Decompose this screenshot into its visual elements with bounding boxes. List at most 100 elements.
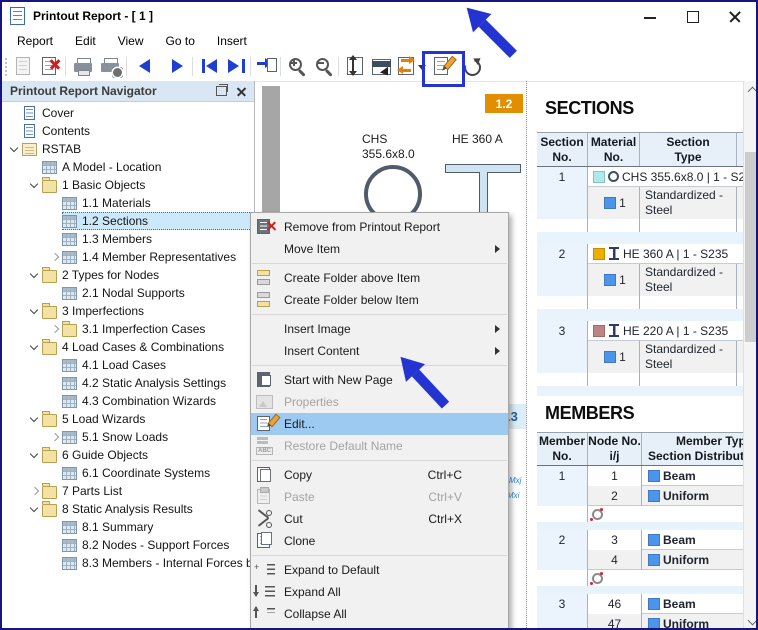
open-report-icon[interactable] (12, 55, 35, 78)
tree-item-guide-objects[interactable]: 6 Guide Objects (2, 446, 254, 464)
collapse-chevron-icon[interactable] (28, 266, 42, 284)
expand-chevron-icon[interactable] (28, 482, 42, 500)
print-settings-icon[interactable] (99, 55, 122, 78)
expand-chevron-icon[interactable] (48, 428, 62, 446)
minimize-button[interactable] (630, 3, 672, 29)
next-page-icon[interactable] (165, 55, 188, 78)
float-panel-icon[interactable] (216, 84, 228, 96)
scrollbar-thumb[interactable] (745, 152, 756, 342)
zoom-out-icon[interactable] (313, 55, 336, 78)
menu-item-expand-all[interactable]: Expand All (251, 581, 508, 603)
submenu-arrow-icon (495, 347, 500, 355)
collapse-chevron-icon[interactable] (28, 446, 42, 464)
scroll-up-button[interactable] (744, 81, 756, 98)
menu-view[interactable]: View (107, 31, 155, 51)
tree-item-summary[interactable]: 8.1 Summary (2, 518, 254, 536)
tree-item-load-cases-combinations[interactable]: 4 Load Cases & Combinations (2, 338, 254, 356)
sections-heading: SECTIONS (545, 98, 634, 118)
tree-item-members-internal-forces[interactable]: 8.3 Members - Internal Forces by (2, 554, 259, 572)
tree-item-load-cases[interactable]: 4.1 Load Cases (2, 356, 254, 374)
menu-item-remove-from-printout-report[interactable]: Remove from Printout Report (251, 216, 508, 238)
menu-item-clone[interactable]: Clone (251, 530, 508, 552)
collapse-chevron-icon[interactable] (28, 410, 42, 428)
menu-item-start-with-new-page[interactable]: Start with New Page (251, 369, 508, 391)
folder-icon (42, 339, 57, 355)
last-page-icon[interactable] (226, 55, 249, 78)
menu-item-restore-default-name[interactable]: ABC Restore Default Name (251, 435, 508, 457)
previous-page-icon[interactable] (134, 55, 157, 78)
member-type-swatch (648, 469, 660, 482)
folder-icon (42, 267, 57, 283)
tree-item-nodal-supports[interactable]: 2.1 Nodal Supports (2, 284, 254, 302)
menu-item-collapse-all[interactable]: Collapse All (251, 603, 508, 625)
menu-edit[interactable]: Edit (64, 31, 107, 51)
remove-from-report-icon[interactable] (38, 55, 61, 78)
menu-bar: Report Edit View Go to Insert (2, 30, 756, 52)
zoom-in-icon[interactable] (286, 55, 309, 78)
toolbar-drag-handle[interactable] (4, 57, 7, 76)
tree-item-cover[interactable]: Cover (2, 104, 254, 122)
tree-item-model-location[interactable]: A Model - Location (2, 158, 254, 176)
menu-item-copy[interactable]: Copy Ctrl+C (251, 464, 508, 486)
menu-item-paste[interactable]: Paste Ctrl+V (251, 486, 508, 508)
menu-item-expand-to-default[interactable]: + Expand to Default (251, 559, 508, 581)
folder-icon (42, 177, 57, 193)
tree-item-nodes-support-forces[interactable]: 8.2 Nodes - Support Forces (2, 536, 254, 554)
tree-item-parts-list[interactable]: 7 Parts List (2, 482, 254, 500)
expand-chevron-icon[interactable] (48, 320, 62, 338)
tree-item-imperfection-cases[interactable]: 3.1 Imperfection Cases (2, 320, 254, 338)
fit-page-height-icon[interactable] (344, 55, 367, 78)
tree-item-basic-objects[interactable]: 1 Basic Objects (2, 176, 254, 194)
first-page-icon[interactable] (199, 55, 222, 78)
tree-item-combination-wizards[interactable]: 4.3 Combination Wizards (2, 392, 254, 410)
tree-item-rstab[interactable]: RSTAB (2, 140, 254, 158)
menu-separator (252, 460, 507, 461)
tree-item-coordinate-systems[interactable]: 6.1 Coordinate Systems (2, 464, 254, 482)
print-icon[interactable] (72, 55, 95, 78)
menu-separator (252, 314, 507, 315)
tree-item-types-for-nodes[interactable]: 2 Types for Nodes (2, 266, 254, 284)
select-in-table-icon[interactable] (370, 55, 393, 79)
collapse-chevron-icon[interactable] (28, 500, 42, 518)
go-to-page-icon[interactable] (256, 55, 279, 78)
scroll-down-button[interactable] (744, 613, 756, 628)
tree-item-materials[interactable]: 1.1 Materials (2, 194, 254, 212)
collapse-chevron-icon[interactable] (28, 338, 42, 356)
menu-item-insert-image[interactable]: Insert Image (251, 318, 508, 340)
page-boundary-line (526, 81, 527, 628)
menu-item-properties[interactable]: Properties (251, 391, 508, 413)
tree-item-member-representatives[interactable]: 1.4 Member Representatives (2, 248, 254, 266)
menu-item-cut[interactable]: Cut Ctrl+X (251, 508, 508, 530)
table-icon (62, 286, 77, 300)
menu-item-move-item[interactable]: Move Item (251, 238, 508, 260)
clone-icon (254, 532, 276, 550)
collapse-chevron-icon[interactable] (8, 140, 22, 158)
tree-item-sections[interactable]: 1.2 Sections (2, 212, 254, 230)
tree-item-snow-loads[interactable]: 5.1 Snow Loads (2, 428, 254, 446)
menu-item-insert-content[interactable]: Insert Content (251, 340, 508, 362)
menu-item-create-folder-below[interactable]: Create Folder below Item (251, 289, 508, 311)
menu-item-create-folder-above[interactable]: Create Folder above Item (251, 267, 508, 289)
maximize-button[interactable] (672, 3, 714, 29)
update-pages-icon[interactable] (395, 55, 418, 78)
menu-report[interactable]: Report (6, 31, 64, 51)
collapse-chevron-icon[interactable] (28, 302, 42, 320)
tree-item-imperfections[interactable]: 3 Imperfections (2, 302, 254, 320)
tree-item-contents[interactable]: Contents (2, 122, 254, 140)
section-row: 2 HE 360 A | 1 - S235 (537, 244, 743, 264)
menu-item-edit[interactable]: Edit... (251, 413, 508, 435)
member-row: 2 3 Beam (537, 530, 743, 550)
sections-table: Section No. Material No. Section Type 1 CHS… (537, 132, 743, 396)
preview-scrollbar[interactable] (743, 81, 756, 628)
tree-item-static-analysis-settings[interactable]: 4.2 Static Analysis Settings (2, 374, 254, 392)
collapse-chevron-icon[interactable] (28, 176, 42, 194)
menu-insert[interactable]: Insert (206, 31, 258, 51)
tree-item-load-wizards[interactable]: 5 Load Wizards (2, 410, 254, 428)
expand-chevron-icon[interactable] (48, 248, 62, 266)
tree-item-members[interactable]: 1.3 Members (2, 230, 254, 248)
tree-item-static-analysis-results[interactable]: 8 Static Analysis Results (2, 500, 254, 518)
collapse-all-icon (252, 605, 276, 623)
close-panel-icon[interactable] (237, 87, 246, 96)
close-button[interactable] (714, 3, 756, 29)
menu-goto[interactable]: Go to (155, 31, 206, 51)
